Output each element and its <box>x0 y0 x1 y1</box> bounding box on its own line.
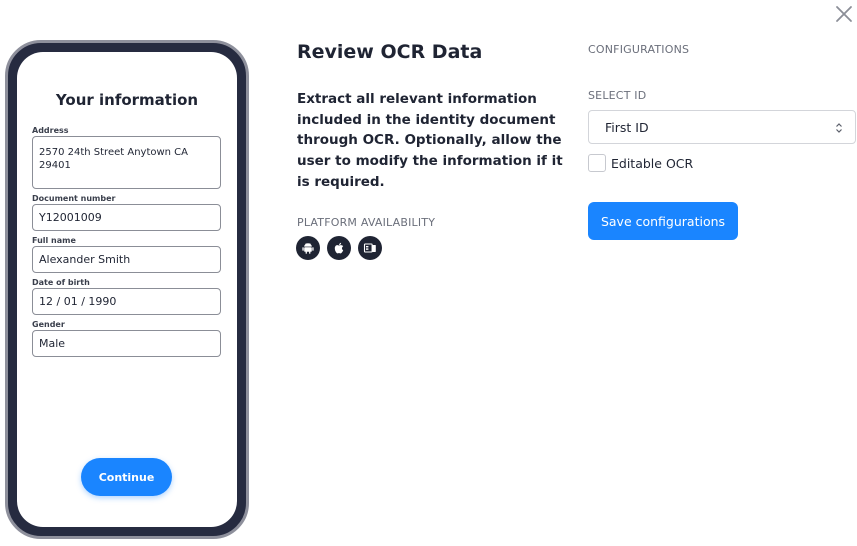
date-of-birth-field[interactable]: 12 / 01 / 1990 <box>32 288 221 315</box>
save-configurations-button[interactable]: Save configurations <box>588 202 738 240</box>
phone-screen: Your information Address 2570 24th Stree… <box>17 52 237 527</box>
android-icon <box>296 236 320 260</box>
apple-icon <box>327 236 351 260</box>
phone-preview: Your information Address 2570 24th Stree… <box>5 40 249 539</box>
close-icon <box>836 6 852 22</box>
page-title: Review OCR Data <box>297 41 483 63</box>
editable-ocr-checkbox[interactable] <box>588 154 606 172</box>
select-id-value: First ID <box>605 119 649 135</box>
address-field[interactable]: 2570 24th Street Anytown CA 29401 <box>32 136 221 189</box>
web-icon <box>358 236 382 260</box>
phone-title: Your information <box>55 91 199 109</box>
select-id-dropdown[interactable]: First ID <box>588 110 856 144</box>
document-number-field[interactable]: Y12001009 <box>32 204 221 231</box>
full-name-label: Full name <box>32 236 76 245</box>
editable-ocr-label: Editable OCR <box>611 155 694 171</box>
configurations-heading: CONFIGURATIONS <box>588 43 690 56</box>
date-of-birth-label: Date of birth <box>32 278 90 287</box>
gender-field[interactable]: Male <box>32 330 221 357</box>
platform-icons <box>296 236 382 260</box>
select-arrows-icon <box>836 123 842 133</box>
full-name-field[interactable]: Alexander Smith <box>32 246 221 273</box>
page-description: Extract all relevant information include… <box>297 91 563 190</box>
platform-availability-label: PLATFORM AVAILABILITY <box>297 216 436 229</box>
gender-label: Gender <box>32 320 65 329</box>
address-label: Address <box>32 126 69 135</box>
select-id-label: SELECT ID <box>588 89 647 102</box>
continue-button[interactable]: Continue <box>81 458 172 496</box>
editable-ocr-option[interactable]: Editable OCR <box>588 154 693 172</box>
close-button[interactable] <box>834 4 854 24</box>
document-number-label: Document number <box>32 194 116 203</box>
